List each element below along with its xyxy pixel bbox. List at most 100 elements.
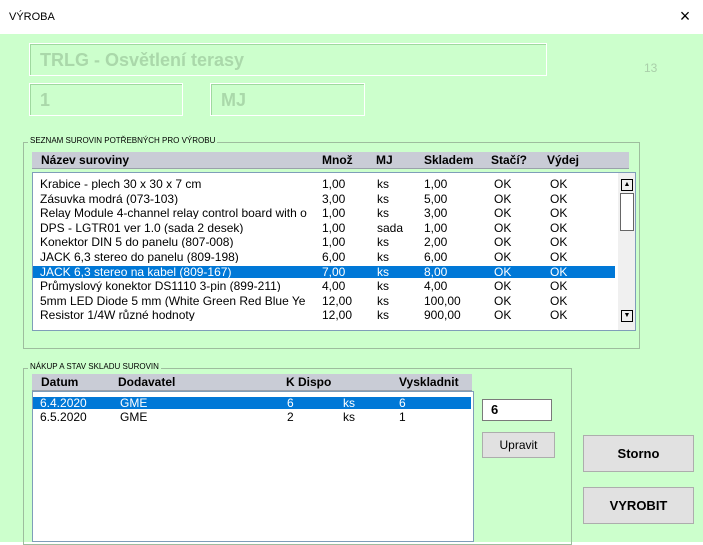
material-cell: OK [494, 236, 512, 249]
material-cell: OK [550, 178, 568, 190]
unit-field: MJ [210, 83, 365, 116]
materials-list[interactable]: ▲ ▼ Krabice - plech 30 x 30 x 7 cm 1,00 ks… [32, 172, 636, 331]
material-cell: sada [377, 221, 404, 234]
production-dialog: VÝROBA × TRLG - Osvětlení terasy 1 MJ 13… [0, 0, 703, 545]
material-cell: 4,00 [322, 280, 346, 293]
material-cell: 1,00 [322, 236, 346, 249]
col-header: Skladem [424, 153, 474, 167]
material-cell: DPS - LGTR01 ver 1.0 (sada 2 desek) [40, 221, 244, 234]
material-cell: ks [377, 294, 389, 307]
material-cell: ks [377, 265, 389, 278]
purchase-cell: ks [343, 411, 355, 423]
product-name-field: TRLG - Osvětlení terasy [29, 43, 547, 76]
scroll-up-icon[interactable]: ▲ [621, 179, 633, 191]
material-cell: OK [494, 294, 512, 307]
material-cell: OK [494, 178, 512, 190]
material-cell: OK [494, 207, 512, 220]
material-cell: OK [550, 207, 568, 220]
issue-quantity-input[interactable]: 6 [482, 399, 552, 421]
purchase-cell: 6.4.2020 [40, 397, 87, 409]
material-cell: OK [550, 294, 568, 307]
window-title: VÝROBA [9, 11, 55, 23]
material-cell: ks [377, 207, 389, 220]
scroll-down-icon[interactable]: ▼ [621, 310, 633, 322]
material-cell: ks [377, 236, 389, 249]
material-row[interactable]: Relay Module 4-channel relay control boa… [33, 207, 615, 219]
material-cell: Krabice - plech 30 x 30 x 7 cm [40, 178, 202, 190]
material-cell: ks [377, 192, 389, 205]
purchase-cell: 6 [399, 397, 406, 409]
material-cell: OK [550, 221, 568, 234]
material-cell: 1,00 [424, 221, 448, 234]
purchase-row[interactable]: 6.5.2020 GME 2 ks 1 [33, 411, 471, 423]
material-cell: 1,00 [322, 178, 346, 190]
purchase-row[interactable]: 6.4.2020 GME 6 ks 6 [33, 397, 471, 409]
col-header: Vyskladnit [399, 375, 459, 389]
material-cell: 7,00 [322, 265, 346, 278]
material-cell: Resistor 1/4W různé hodnoty [40, 309, 195, 322]
quantity-field: 1 [29, 83, 183, 116]
purchase-cell: GME [120, 411, 148, 423]
material-cell: 1,00 [322, 221, 346, 234]
material-row[interactable]: Resistor 1/4W různé hodnoty 12,00 ks 900,00… [33, 309, 615, 321]
material-cell: OK [550, 265, 568, 278]
col-header: Množ [322, 153, 353, 167]
material-cell: 5mm LED Diode 5 mm (White Green Red Blue… [40, 294, 306, 307]
material-cell: JACK 6,3 stereo na kabel (809-167) [40, 265, 232, 278]
material-cell: OK [494, 251, 512, 263]
material-row[interactable]: DPS - LGTR01 ver 1.0 (sada 2 desek) 1,00 s… [33, 222, 615, 234]
material-cell: OK [494, 265, 512, 278]
material-row[interactable]: Krabice - plech 30 x 30 x 7 cm 1,00 ks 1,00… [33, 178, 615, 190]
edit-button[interactable]: Upravit [482, 432, 555, 458]
material-cell: 4,00 [424, 280, 448, 293]
counter-label: 13 [644, 61, 658, 75]
material-row[interactable]: 5mm LED Diode 5 mm (White Green Red Blue… [33, 295, 615, 307]
material-cell: 5,00 [424, 192, 448, 205]
material-cell: ks [377, 178, 389, 190]
material-cell: 900,00 [424, 309, 461, 322]
purchase-cell: 2 [287, 411, 294, 423]
material-cell: 2,00 [424, 236, 448, 249]
material-cell: 100,00 [424, 294, 461, 307]
purchase-cell: 6.5.2020 [40, 411, 87, 423]
col-header: K Dispo [286, 375, 332, 389]
material-cell: 12,00 [322, 309, 353, 322]
material-row[interactable]: Konektor DIN 5 do panelu (807-008) 1,00 ks… [33, 236, 615, 248]
purchase-cell: GME [120, 397, 148, 409]
purchase-cell: ks [343, 397, 355, 409]
title-bar: VÝROBA × [0, 0, 703, 34]
purchases-list[interactable]: 6.4.2020 GME 6 ks 6 6.5.2020 GME 2 ks 1 [32, 391, 474, 542]
material-row[interactable]: JACK 6,3 stereo do panelu (809-198) 6,00 k… [33, 251, 615, 263]
material-cell: JACK 6,3 stereo do panelu (809-198) [40, 251, 239, 263]
close-icon[interactable]: × [675, 6, 695, 26]
material-row[interactable]: JACK 6,3 stereo na kabel (809-167) 7,00 ks… [33, 265, 615, 278]
materials-header: Název suroviny Množ MJ Skladem Stačí? Vý… [32, 152, 629, 169]
scroll-thumb[interactable] [620, 193, 634, 231]
cancel-button[interactable]: Storno [583, 435, 694, 472]
material-cell: OK [550, 192, 568, 205]
material-cell: OK [494, 309, 512, 322]
material-cell: Zásuvka modrá (073-103) [40, 192, 179, 205]
col-header: Dodavatel [118, 375, 176, 389]
material-cell: OK [550, 251, 568, 263]
material-cell: OK [550, 236, 568, 249]
material-cell: 8,00 [424, 265, 448, 278]
material-cell: OK [494, 192, 512, 205]
col-header: MJ [376, 153, 393, 167]
col-header: Název suroviny [41, 153, 130, 167]
material-cell: ks [377, 251, 389, 263]
material-cell: 3,00 [322, 192, 346, 205]
col-header: Datum [41, 375, 79, 389]
material-cell: 1,00 [424, 178, 448, 190]
material-row[interactable]: Zásuvka modrá (073-103) 3,00 ks 5,00 OK OK [33, 193, 615, 205]
produce-button[interactable]: VYROBIT [583, 487, 694, 524]
material-cell: Relay Module 4-channel relay control boa… [40, 207, 307, 220]
material-cell: OK [494, 280, 512, 293]
purchase-cell: 6 [287, 397, 294, 409]
purchases-caption: NÁKUP A STAV SKLADU SUROVIN [28, 362, 161, 371]
col-header: Výdej [547, 153, 580, 167]
material-cell: 6,00 [424, 251, 448, 263]
materials-scrollbar[interactable]: ▲ ▼ [618, 173, 635, 330]
col-header: Stačí? [491, 153, 528, 167]
material-row[interactable]: Průmyslový konektor DS1110 3-pin (899-21… [33, 280, 615, 292]
